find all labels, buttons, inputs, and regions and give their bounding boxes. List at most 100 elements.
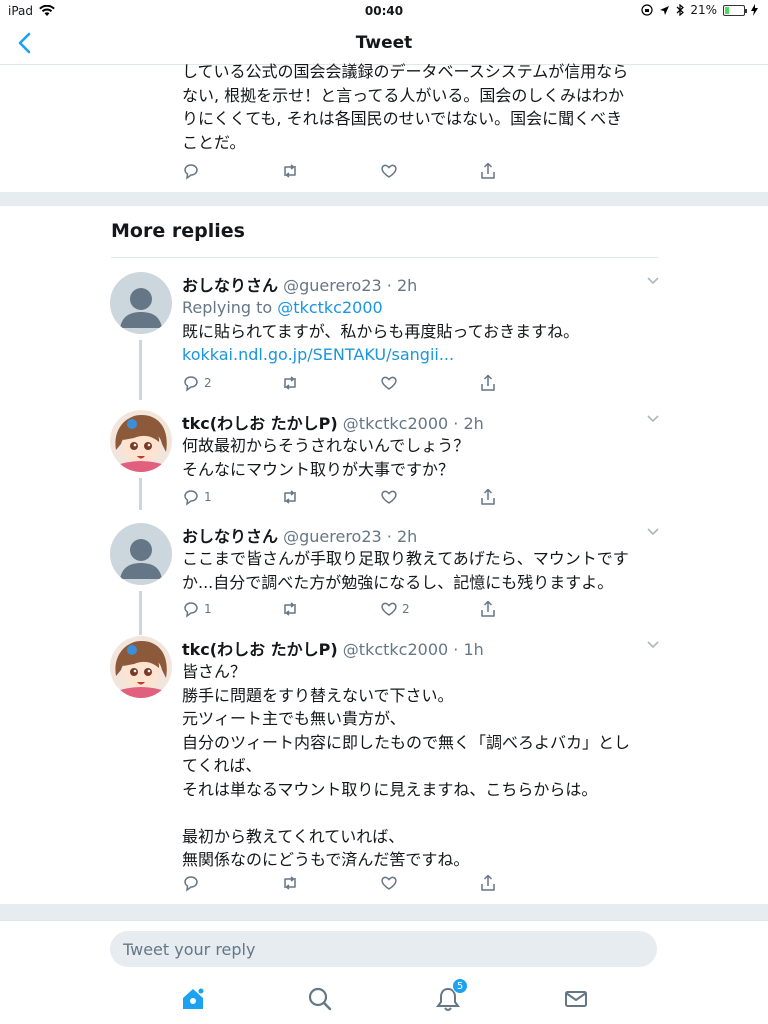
- thread-line: [139, 591, 142, 635]
- share-icon: [481, 600, 495, 617]
- reply-icon: [184, 490, 198, 506]
- tweet-line: 既に貼られてますが、私からも再度貼っておきますね。: [182, 321, 580, 341]
- retweet-button[interactable]: [281, 162, 380, 180]
- section-separator: [0, 192, 768, 206]
- reply-button[interactable]: [182, 162, 281, 180]
- avatar[interactable]: [110, 523, 172, 585]
- heart-icon: [381, 490, 397, 504]
- handle-time: @tkctkc2000 · 2h: [342, 414, 484, 433]
- retweet-icon: [284, 876, 296, 890]
- reply-actions: 2: [182, 374, 578, 392]
- charging-icon: [751, 4, 758, 16]
- battery-icon: [723, 4, 747, 16]
- reply-icon: [184, 376, 198, 392]
- search-icon: [308, 987, 332, 1011]
- tweet-line: ことだ。: [182, 132, 246, 152]
- tweet-line: している公式の国会会議録のデータベースシステムが信用なら: [182, 62, 629, 81]
- thread-line: [139, 340, 142, 400]
- share-button[interactable]: [479, 874, 578, 892]
- tab-messages[interactable]: [562, 985, 590, 1013]
- tab-home[interactable]: [179, 985, 207, 1013]
- heart-icon: [381, 376, 397, 390]
- divider: [111, 257, 658, 258]
- reply-actions: 1 2: [182, 600, 578, 618]
- reply-icon: [184, 602, 198, 618]
- url-link[interactable]: kokkai.ndl.go.jp/SENTAKU/sangii...: [182, 343, 660, 367]
- tweet-line: 勝手に問題をすり替えないで下さい。: [182, 685, 454, 705]
- tweet-line: 皆さん？: [182, 662, 247, 681]
- retweet-icon: [284, 164, 296, 178]
- main-tweet-actions: [182, 162, 578, 180]
- battery-percent: 21%: [690, 3, 717, 17]
- share-button[interactable]: [479, 600, 578, 618]
- tab-search[interactable]: [306, 985, 334, 1013]
- share-button[interactable]: [479, 488, 578, 506]
- handle-time: @guerero23 · 2h: [283, 527, 418, 546]
- bluetooth-icon: [676, 4, 685, 16]
- chevron-down-icon[interactable]: [646, 414, 660, 424]
- display-name[interactable]: tkc(わしお たかしP): [182, 414, 338, 433]
- retweet-button[interactable]: [281, 374, 380, 392]
- nav-bar: Tweet: [0, 22, 768, 65]
- reply-button[interactable]: [182, 874, 281, 892]
- share-icon: [481, 874, 495, 891]
- tweet-line: 無関係なのにどうもで済んだ筈ですね。: [182, 850, 470, 869]
- share-button[interactable]: [479, 374, 578, 392]
- home-icon: [183, 987, 205, 1009]
- more-replies-heading: More replies: [111, 220, 245, 242]
- reply-tweet[interactable]: tkc(わしお たかしP) @tkctkc2000 · 1h 皆さん？ 勝手に問…: [110, 636, 660, 876]
- tweet-line: ない, 根拠を示せ！と言ってる人がいる。国会のしくみはわか: [182, 85, 625, 105]
- like-button[interactable]: [380, 874, 479, 892]
- tweet-line: 何故最初からそうされないんでしょう？: [182, 436, 470, 455]
- chevron-down-icon[interactable]: [646, 527, 660, 537]
- reply-count: 1: [204, 602, 212, 616]
- avatar[interactable]: [110, 636, 172, 698]
- share-icon: [481, 162, 495, 179]
- reply-button[interactable]: 1: [182, 488, 281, 506]
- reply-button[interactable]: 2: [182, 374, 281, 392]
- tweet-line: 自分のツィート内容に即したもので無く「調べろよバカ」とし: [182, 732, 631, 752]
- like-button[interactable]: [380, 488, 479, 506]
- default-avatar-icon: [120, 288, 162, 328]
- display-name[interactable]: tkc(わしお たかしP): [182, 640, 338, 659]
- thread-line: [139, 478, 142, 510]
- retweet-button[interactable]: [281, 874, 380, 892]
- tweet-line: 最初から教えてくれていれば、: [182, 826, 405, 846]
- reply-count: 2: [204, 376, 212, 390]
- handle-time: @tkctkc2000 · 1h: [342, 640, 484, 659]
- display-name[interactable]: おしなりさん: [182, 527, 278, 546]
- retweet-button[interactable]: [281, 600, 380, 618]
- anime-avatar-icon: [110, 636, 172, 698]
- tweet-line: てくれば、: [182, 756, 262, 775]
- display-name[interactable]: おしなりさん: [182, 276, 278, 295]
- anime-avatar-icon: [110, 410, 172, 472]
- avatar[interactable]: [110, 410, 172, 472]
- heart-icon: [381, 602, 397, 616]
- replying-to-prefix: Replying to: [182, 298, 278, 317]
- heart-icon: [381, 876, 397, 890]
- avatar[interactable]: [110, 272, 172, 334]
- notification-badge: 5: [452, 978, 468, 994]
- chevron-down-icon[interactable]: [646, 276, 660, 286]
- retweet-icon: [284, 376, 296, 390]
- reply-input[interactable]: [110, 931, 657, 967]
- tweet-line: [182, 801, 660, 825]
- reply-icon: [184, 876, 198, 892]
- retweet-button[interactable]: [281, 488, 380, 506]
- like-button[interactable]: [380, 374, 479, 392]
- share-icon: [481, 374, 495, 391]
- share-button[interactable]: [479, 162, 578, 180]
- retweet-icon: [284, 490, 296, 504]
- like-button[interactable]: [380, 162, 479, 180]
- composer-bar: 5: [0, 920, 768, 1024]
- handle-time: @guerero23 · 2h: [283, 276, 418, 295]
- reply-button[interactable]: 1: [182, 600, 281, 618]
- page-title: Tweet: [355, 33, 413, 53]
- like-count: 2: [402, 602, 410, 616]
- chevron-down-icon[interactable]: [646, 640, 660, 650]
- location-icon: [660, 5, 670, 15]
- tweet-line: りにくくても, それは各国民のせいではない。国会に聞くべき: [182, 109, 623, 128]
- like-button[interactable]: 2: [380, 600, 479, 618]
- replying-to-link[interactable]: @tkctkc2000: [277, 298, 382, 317]
- tab-notifications[interactable]: 5: [434, 978, 468, 1013]
